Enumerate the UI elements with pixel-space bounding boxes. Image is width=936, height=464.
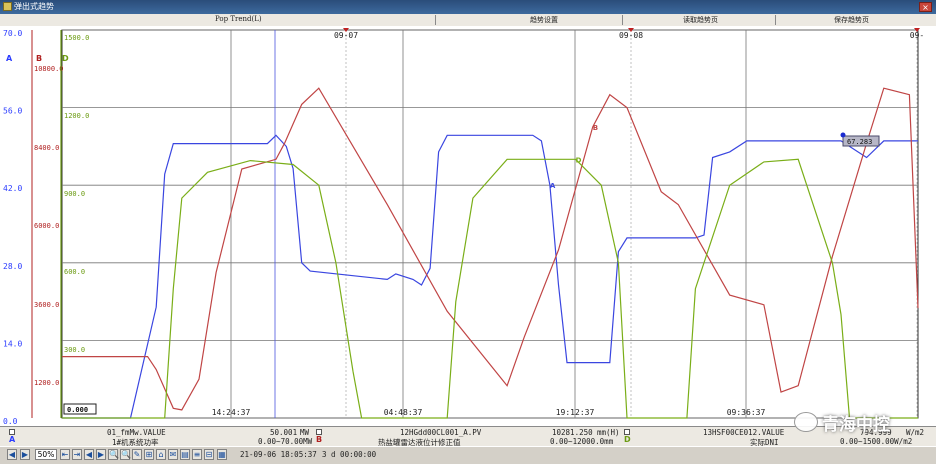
watermark: 青海中控 bbox=[792, 404, 936, 440]
menu-separator bbox=[775, 15, 776, 25]
status-datetime: 21-09-06 18:05:37 bbox=[240, 450, 317, 459]
home-icon[interactable]: ⌂ bbox=[156, 449, 166, 460]
series-a-letter: A bbox=[9, 435, 16, 444]
axis-a-tick-label: 0.0 bbox=[3, 417, 18, 426]
axis-d-tick-label: 600.0 bbox=[64, 268, 85, 276]
menu-save-trend[interactable]: 保存趋势页 bbox=[834, 15, 869, 25]
jump-end-icon[interactable]: ⇥ bbox=[72, 449, 82, 460]
axis-b-letter: B bbox=[36, 54, 42, 63]
grid-icon[interactable]: ⊞ bbox=[144, 449, 154, 460]
app-icon bbox=[3, 2, 12, 11]
value-tooltip-point bbox=[840, 132, 846, 138]
zoom-level[interactable]: 50% bbox=[35, 449, 57, 460]
series-b-range: 0.00~12000.0mm bbox=[550, 437, 614, 446]
series-a-range: 0.00~70.00MW bbox=[258, 437, 313, 446]
axis-a-tick-label: 42.0 bbox=[3, 184, 22, 193]
time-label: 04:48:37 bbox=[384, 408, 423, 417]
wechat-logo-icon bbox=[794, 412, 818, 432]
date-label: 09-07 bbox=[334, 31, 358, 40]
time-label: 19:12:37 bbox=[556, 408, 595, 417]
series-b-letter: B bbox=[316, 435, 323, 444]
status-bar: ◀ ▶ 50% ⇤ ⇥ ◀ ▶ 🔍 🔍 ✎ ⊞ ⌂ ✉ ▤ ≡ ⊟ ▦ 21-0… bbox=[0, 446, 936, 464]
axis-b-tick-label: 1200.0 bbox=[34, 379, 59, 387]
series-d-tag: 13HSF00CE012.VALUE bbox=[703, 428, 785, 437]
menu-separator bbox=[435, 15, 436, 25]
series-a-value: 50.001 bbox=[270, 428, 298, 437]
menu-separator bbox=[622, 15, 623, 25]
status-span: 3 d 00:00:00 bbox=[322, 450, 377, 459]
close-button[interactable]: × bbox=[919, 2, 932, 12]
list-icon[interactable]: ▤ bbox=[180, 449, 190, 460]
watermark-text: 青海中控 bbox=[822, 415, 890, 435]
cursor-value: 0.000 bbox=[67, 406, 88, 414]
jump-start-icon[interactable]: ⇤ bbox=[60, 449, 70, 460]
series-b-tag: 12HGdd00CL001_A.PV bbox=[400, 428, 482, 437]
scroll-left-icon[interactable]: ◀ bbox=[7, 449, 17, 460]
series-marker-b: B bbox=[593, 124, 598, 132]
time-label: 14:24:37 bbox=[212, 408, 251, 417]
series-b-unit: mm(H) bbox=[597, 428, 620, 437]
grid-view-icon[interactable]: ▦ bbox=[217, 449, 227, 460]
series-a-tag: 01_fmMw.VALUE bbox=[107, 428, 166, 437]
mail-icon[interactable]: ✉ bbox=[168, 449, 178, 460]
axis-a-tick-label: 70.0 bbox=[3, 29, 22, 38]
step-back-icon[interactable]: ◀ bbox=[84, 449, 94, 460]
series-a-unit: MW bbox=[300, 428, 310, 437]
axis-b-tick-label: 10800.0 bbox=[34, 65, 64, 73]
series-b-value: 10281.250 bbox=[552, 428, 593, 437]
series-marker-a: A bbox=[550, 182, 556, 190]
date-label: 09- bbox=[910, 31, 924, 40]
axis-b-tick-label: 8400.0 bbox=[34, 144, 59, 152]
date-label: 09-08 bbox=[619, 31, 643, 40]
time-label: 09:36:37 bbox=[727, 408, 766, 417]
menu-trend-settings[interactable]: 趋势设置 bbox=[530, 15, 558, 25]
zoom-in-icon[interactable]: 🔍 bbox=[108, 449, 119, 460]
edit-icon[interactable]: ✎ bbox=[132, 449, 142, 460]
menu-load-trend[interactable]: 读取趋势页 bbox=[683, 15, 718, 25]
axis-b-tick-label: 3600.0 bbox=[34, 301, 59, 309]
trend-chart[interactable]: 70.0 56.0 42.0 28.0 14.0 0.0 10800.0 8400.0 6000… bbox=[0, 26, 936, 426]
window-title: 弹出式趋势 bbox=[14, 2, 54, 11]
axis-a-tick-label: 28.0 bbox=[3, 262, 22, 271]
step-forward-icon[interactable]: ▶ bbox=[96, 449, 106, 460]
value-tooltip-text: 67.283 bbox=[847, 138, 872, 146]
scroll-right-icon[interactable]: ▶ bbox=[20, 449, 30, 460]
axis-d-tick-label: 300.0 bbox=[64, 346, 85, 354]
axis-a-tick-label: 56.0 bbox=[3, 107, 22, 116]
series-marker-d: D bbox=[576, 156, 582, 164]
axis-a-letter: A bbox=[6, 54, 13, 63]
axis-a-tick-label: 14.0 bbox=[3, 339, 22, 348]
zoom-out-icon[interactable]: 🔍 bbox=[120, 449, 131, 460]
axis-d-letter: D bbox=[62, 54, 69, 63]
plot-frame bbox=[61, 29, 919, 419]
table-icon[interactable]: ⊟ bbox=[204, 449, 214, 460]
axis-d-tick-label: 1500.0 bbox=[64, 34, 89, 42]
series-d-letter: D bbox=[624, 435, 631, 444]
menu-pop-trend[interactable]: Pop Trend(L) bbox=[215, 15, 262, 23]
window-titlebar: 弹出式趋势 × bbox=[0, 0, 936, 14]
menu-icon[interactable]: ≡ bbox=[192, 449, 202, 460]
axis-d-tick-label: 900.0 bbox=[64, 190, 85, 198]
axis-d-tick-label: 1200.0 bbox=[64, 112, 89, 120]
axis-b-tick-label: 6000.0 bbox=[34, 222, 59, 230]
